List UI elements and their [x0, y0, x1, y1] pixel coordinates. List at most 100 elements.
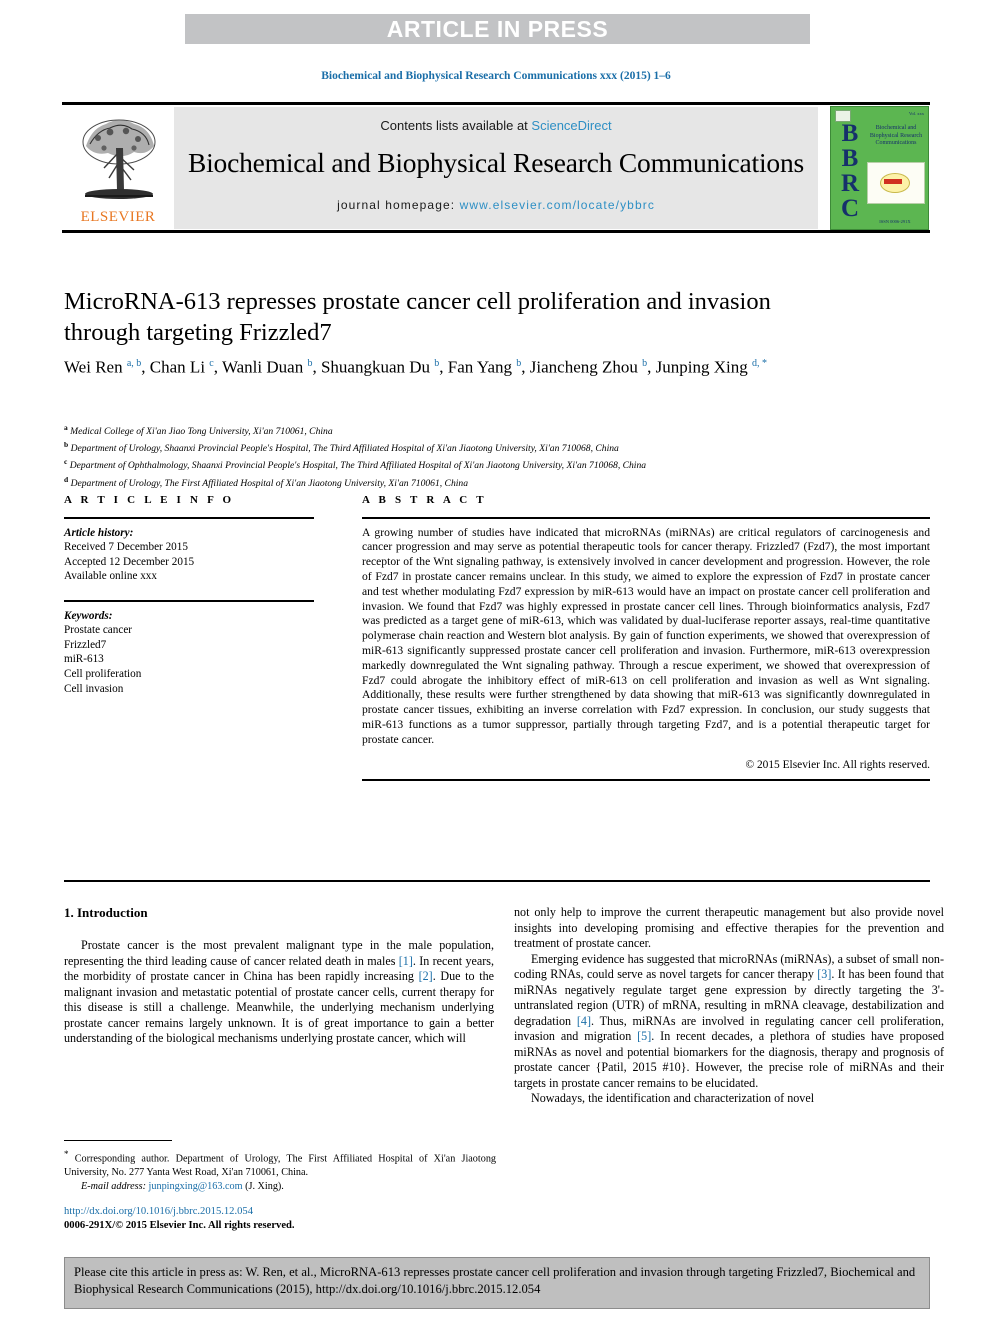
body-paragraph: Nowadays, the identification and charact… [514, 1091, 944, 1107]
keywords-label: Keywords: [64, 609, 113, 622]
keywords-group: Keywords: Prostate cancer Frizzled7 miR-61… [64, 609, 314, 697]
abstract-text: A growing number of studies have indicat… [362, 525, 930, 746]
keyword-items: Prostate cancer Frizzled7 miR-613 Cell prol… [64, 623, 314, 696]
author-name: Wanli Duan [221, 357, 308, 377]
section-title-introduction: 1. Introduction [64, 905, 148, 920]
author-list: Wei Ren a, b, Chan Li c, Wanli Duan b, S… [64, 352, 924, 380]
contents-lists-line: Contents lists available at ScienceDirec… [174, 118, 818, 133]
article-info-column: A R T I C L E I N F O Article history: R… [64, 494, 314, 696]
journal-reference-line: Biochemical and Biophysical Research Com… [321, 70, 671, 82]
affiliation-item: d Department of Urology, The First Affil… [64, 473, 924, 490]
introduction-paragraphs-left: Prostate cancer is the most prevalent ma… [64, 938, 494, 1047]
body-paragraph: Prostate cancer is the most prevalent ma… [64, 938, 494, 1047]
paper-title: MicroRNA-613 represses prostate cancer c… [64, 288, 771, 346]
citation-reference-link[interactable]: [2] [419, 969, 433, 983]
author-name: Shuangkuan Du [320, 357, 435, 377]
cite-this-article-text: Please cite this article in press as: W.… [71, 1263, 923, 1303]
elsevier-wordmark: ELSEVIER [80, 209, 156, 225]
body-paragraph: Emerging evidence has suggested that mic… [514, 952, 944, 1092]
affiliation-list: a Medical College of Xi'an Jiao Tong Uni… [64, 421, 924, 490]
affiliation-item: b Department of Urology, Shaanxi Provinc… [64, 438, 924, 455]
keyword-item: Prostate cancer [64, 624, 133, 637]
author-name: Chan Li [149, 357, 210, 377]
author-separator: , [141, 357, 150, 377]
contents-lists-label: Contents lists available at [380, 118, 532, 133]
article-in-press-banner: ARTICLE IN PRESS [185, 14, 810, 44]
cover-volume-code: Vol. xxx [908, 111, 924, 116]
abstract-rule-top [362, 517, 930, 519]
affiliation-text: Department of Ophthalmology, Shaanxi Pro… [67, 460, 647, 472]
doi-link[interactable]: http://dx.doi.org/10.1016/j.bbrc.2015.12… [64, 1205, 496, 1219]
keyword-item: miR-613 [64, 653, 104, 666]
footnote-text: * Corresponding author. Department of Ur… [64, 1148, 496, 1179]
cover-journal-title: Biochemical and Biophysical Research Com… [869, 125, 923, 146]
email-owner: (J. Xing). [245, 1180, 284, 1192]
article-info-rule-top [64, 517, 314, 519]
author-name: Jiancheng Zhou [529, 357, 643, 377]
body-column-left: 1. Introduction Prostate cancer is the m… [64, 905, 494, 1047]
footnote-body: Corresponding author. Department of Urol… [64, 1153, 497, 1178]
citation-reference-link[interactable]: [5] [637, 1029, 651, 1043]
affiliation-item: c Department of Ophthalmology, Shaanxi P… [64, 455, 924, 472]
doi-issn-block: http://dx.doi.org/10.1016/j.bbrc.2015.12… [64, 1205, 496, 1232]
bbrc-journal-cover: Vol. xxx BBRC Biochemical and Biophysica… [830, 106, 929, 230]
body-paragraph: not only help to improve the current the… [514, 905, 944, 952]
cover-figure-icon [867, 162, 925, 204]
article-history-item: Accepted 12 December 2015 [64, 555, 195, 568]
author-separator: , [312, 357, 321, 377]
masthead-bottom-rule [62, 230, 930, 233]
affiliation-text: Medical College of Xi'an Jiao Tong Unive… [67, 426, 333, 438]
author-name: Wei Ren [64, 357, 127, 377]
article-history-item: Available online xxx [64, 570, 157, 583]
article-info-rule-mid [64, 599, 314, 602]
introduction-paragraphs-right: not only help to improve the current the… [514, 905, 944, 1107]
sciencedirect-link[interactable]: ScienceDirect [531, 118, 611, 133]
author-separator: , [213, 357, 222, 377]
journal-title: Biochemical and Biophysical Research Com… [187, 147, 805, 178]
footnote-star-marker: * [64, 1149, 69, 1159]
masthead-top-rule [62, 102, 930, 105]
affiliation-text: Department of Urology, The First Affilia… [68, 477, 469, 489]
author-name: Fan Yang [447, 357, 517, 377]
footnote-rule [64, 1140, 172, 1141]
abstract-column: A B S T R A C T A growing number of stud… [362, 494, 930, 781]
bbrc-letters: BBRC [840, 120, 860, 222]
keyword-item: Frizzled7 [64, 638, 107, 651]
body-text-run: not only help to improve the current the… [514, 905, 944, 950]
elsevier-tree-icon [82, 119, 156, 199]
article-history-items: Received 7 December 2015 Accepted 12 Dece… [64, 540, 314, 584]
cite-this-article-box: Please cite this article in press as: W.… [64, 1257, 930, 1309]
citation-reference-link[interactable]: [1] [399, 954, 413, 968]
journal-homepage-line: journal homepage: www.elsevier.com/locat… [174, 198, 818, 212]
cover-issn: ISSN 0006-291X [879, 219, 911, 224]
citation-reference-link[interactable]: [3] [817, 967, 831, 981]
issn-copyright-line: 0006-291X/© 2015 Elsevier Inc. All right… [64, 1219, 295, 1231]
masthead-band: Contents lists available at ScienceDirec… [174, 107, 818, 229]
body-text-run: Nowadays, the identification and charact… [531, 1091, 815, 1105]
article-history-label: Article history: [64, 526, 134, 539]
author-name: Junping Xing [655, 357, 752, 377]
affiliation-item: a Medical College of Xi'an Jiao Tong Uni… [64, 421, 924, 438]
elsevier-logo: ELSEVIER [70, 110, 166, 226]
author-separator: , [521, 357, 530, 377]
author-separator: , [439, 357, 448, 377]
abstract-rule-bottom [362, 778, 930, 781]
body-column-right: not only help to improve the current the… [514, 905, 944, 1107]
email-address-label: E-mail address: [81, 1180, 149, 1192]
cover-figure-highlight-shape [884, 179, 902, 184]
author-affiliation-marker: a, b [126, 358, 142, 369]
journal-homepage-link[interactable]: www.elsevier.com/locate/ybbrc [460, 198, 655, 212]
author-affiliation-marker: d, * [751, 358, 767, 369]
footnote-email-line: E-mail address: junpingxing@163.com (J. … [64, 1180, 496, 1193]
article-history-item: Received 7 December 2015 [64, 541, 188, 554]
keyword-item: Cell invasion [64, 682, 124, 695]
corresponding-author-footnote: * Corresponding author. Department of Ur… [64, 1140, 496, 1193]
author-separator: , [647, 357, 656, 377]
article-info-heading: A R T I C L E I N F O [64, 494, 235, 506]
journal-masthead: ELSEVIER Contents lists available at Sci… [62, 102, 930, 233]
affiliation-text: Department of Urology, Shaanxi Provincia… [68, 443, 619, 455]
citation-reference-link[interactable]: [4] [577, 1014, 591, 1028]
journal-homepage-label: journal homepage: [337, 198, 460, 212]
corresponding-author-email-link[interactable]: junpingxing@163.com [149, 1181, 243, 1192]
